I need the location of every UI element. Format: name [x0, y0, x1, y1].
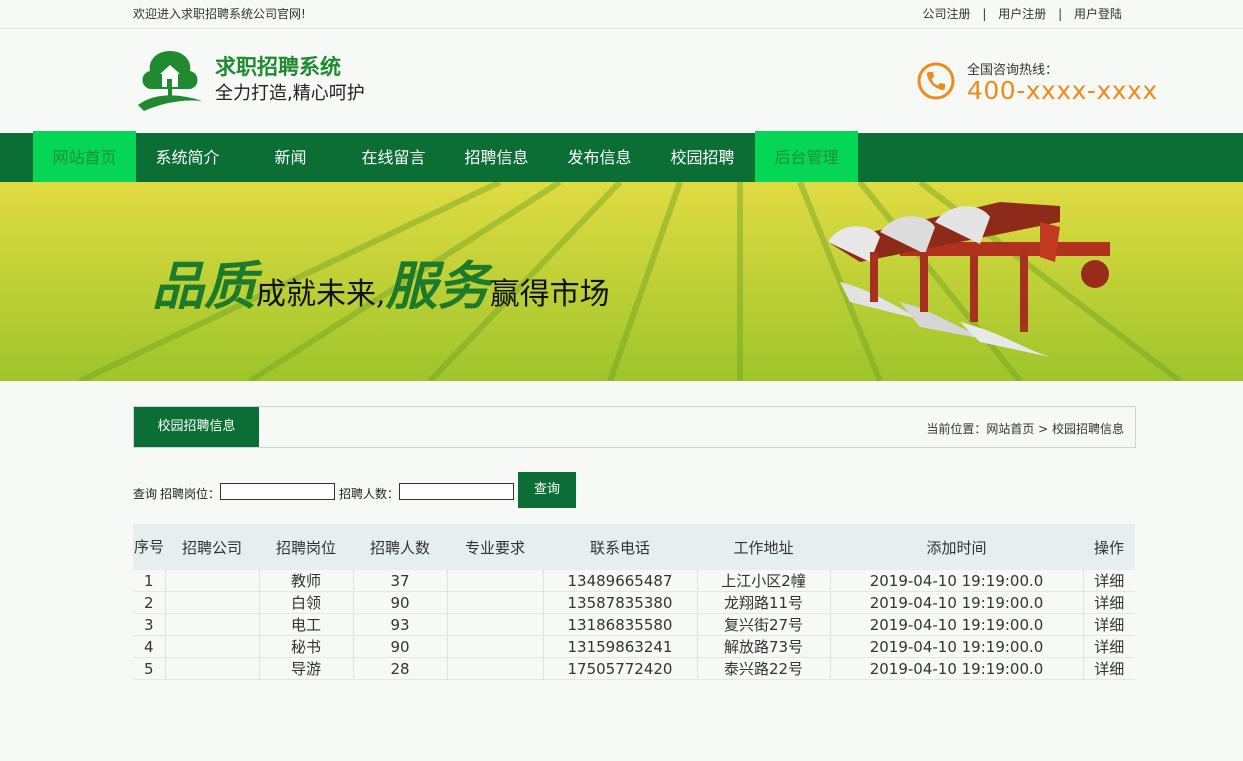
cell-company	[164, 570, 259, 592]
count-input[interactable]	[399, 483, 514, 500]
col-header-phone: 联系电话	[543, 524, 697, 570]
col-header-address: 工作地址	[697, 524, 830, 570]
banner-word-quality: 品质	[152, 256, 257, 317]
search-prefix: 查询	[133, 487, 158, 501]
cell-major	[446, 635, 543, 658]
cell-address: 泰兴路22号	[696, 657, 830, 680]
banner-word-service: 服务	[385, 256, 490, 317]
cell-address: 复兴街27号	[696, 613, 830, 636]
cell-major	[446, 613, 543, 636]
col-header-major: 专业要求	[447, 524, 543, 570]
cell-company	[164, 657, 259, 680]
cell-phone: 13587835380	[542, 591, 697, 614]
main-nav: 网站首页 系统简介 新闻 在线留言 招聘信息 发布信息 校园招聘 后台管理	[0, 131, 1243, 184]
hotline-number: 400-xxxx-xxxx	[967, 76, 1158, 105]
cell-major	[446, 570, 543, 592]
col-header-time: 添加时间	[830, 524, 1083, 570]
banner-phrase-2: 赢得市场	[489, 277, 610, 312]
position-label: 招聘岗位：	[160, 487, 221, 501]
position-input[interactable]	[220, 483, 335, 500]
cell-count: 37	[352, 570, 447, 592]
table-row: 2 白领 90 13587835380 龙翔路11号 2019-04-10 19…	[133, 591, 1135, 614]
site-slogan: 全力打造,精心呵护	[215, 83, 365, 104]
cell-count: 28	[352, 657, 447, 680]
jobs-table: 序号 招聘公司 招聘岗位 招聘人数 专业要求 联系电话 工作地址 添加时间 操作…	[133, 524, 1135, 680]
cell-position: 电工	[258, 613, 353, 636]
nav-item-campus[interactable]: 校园招聘	[651, 133, 754, 182]
table-row: 5 导游 28 17505772420 泰兴路22号 2019-04-10 19…	[133, 657, 1135, 680]
cell-address: 解放路73号	[696, 635, 830, 658]
cell-time: 2019-04-10 19:19:00.0	[829, 570, 1083, 592]
detail-link[interactable]: 详细	[1082, 657, 1135, 680]
nav-item-news[interactable]: 新闻	[239, 133, 342, 182]
top-links: 公司注册 | 用户注册 | 用户登陆	[919, 5, 1126, 22]
col-header-count: 招聘人数	[353, 524, 447, 570]
cell-phone: 13186835580	[542, 613, 697, 636]
top-bar: 欢迎进入求职招聘系统公司官网! 公司注册 | 用户注册 | 用户登陆	[0, 0, 1243, 29]
user-login-link[interactable]: 用户登陆	[1074, 7, 1122, 21]
cell-company	[164, 635, 259, 658]
table-row: 1 教师 37 13489665487 上江小区2幢 2019-04-10 19…	[133, 570, 1135, 592]
cell-company	[164, 591, 259, 614]
nav-item-about[interactable]: 系统简介	[136, 133, 239, 182]
separator: |	[1058, 7, 1063, 21]
cell-major	[446, 591, 543, 614]
table-row: 4 秘书 90 13159863241 解放路73号 2019-04-10 19…	[133, 635, 1135, 658]
cell-index: 2	[133, 591, 165, 614]
cell-time: 2019-04-10 19:19:00.0	[829, 635, 1083, 658]
site-header: 求职招聘系统 全力打造,精心呵护 全国咨询热线： 400-xxxx-xxxx	[0, 29, 1243, 133]
cell-count: 90	[352, 635, 447, 658]
site-name: 求职招聘系统	[215, 55, 341, 79]
separator: |	[982, 7, 987, 21]
cell-phone: 17505772420	[542, 657, 697, 680]
cell-index: 3	[133, 613, 165, 636]
col-header-position: 招聘岗位	[259, 524, 353, 570]
cell-index: 4	[133, 635, 165, 658]
user-register-link[interactable]: 用户注册	[998, 7, 1046, 21]
breadcrumb: 当前位置：网站首页 > 校园招聘信息	[926, 422, 1124, 436]
nav-item-message[interactable]: 在线留言	[342, 133, 445, 182]
count-label: 招聘人数：	[339, 487, 400, 501]
nav-item-admin[interactable]: 后台管理	[755, 131, 858, 184]
cell-position: 教师	[258, 570, 353, 592]
banner-slogan: 品质成就未来,服务赢得市场	[152, 244, 610, 319]
col-header-company: 招聘公司	[165, 524, 259, 570]
detail-link[interactable]: 详细	[1082, 635, 1135, 658]
cell-count: 93	[352, 613, 447, 636]
cell-time: 2019-04-10 19:19:00.0	[829, 591, 1083, 614]
section-header: 校园招聘信息 当前位置：网站首页 > 校园招聘信息	[133, 406, 1136, 448]
detail-link[interactable]: 详细	[1082, 591, 1135, 614]
col-header-index: 序号	[133, 524, 165, 570]
search-button[interactable]: 查询	[518, 472, 576, 508]
hero-banner: 品质成就未来,服务赢得市场	[0, 182, 1243, 381]
cell-major	[446, 657, 543, 680]
cell-phone: 13489665487	[542, 570, 697, 592]
welcome-text: 欢迎进入求职招聘系统公司官网!	[133, 7, 306, 21]
detail-link[interactable]: 详细	[1082, 570, 1135, 592]
detail-link[interactable]: 详细	[1082, 613, 1135, 636]
nav-item-home[interactable]: 网站首页	[33, 131, 136, 184]
cell-position: 秘书	[258, 635, 353, 658]
col-header-action: 操作	[1083, 524, 1135, 570]
house-tree-logo-icon	[138, 51, 202, 111]
cell-time: 2019-04-10 19:19:00.0	[829, 657, 1083, 680]
nav-item-jobs[interactable]: 招聘信息	[445, 133, 548, 182]
cell-address: 上江小区2幢	[696, 570, 830, 592]
table-header-row: 序号 招聘公司 招聘岗位 招聘人数 专业要求 联系电话 工作地址 添加时间 操作	[133, 524, 1135, 570]
cell-position: 导游	[258, 657, 353, 680]
banner-phrase-1: 成就未来,	[256, 277, 386, 312]
cell-position: 白领	[258, 591, 353, 614]
table-row: 3 电工 93 13186835580 复兴街27号 2019-04-10 19…	[133, 613, 1135, 636]
cell-time: 2019-04-10 19:19:00.0	[829, 613, 1083, 636]
cell-address: 龙翔路11号	[696, 591, 830, 614]
cell-count: 90	[352, 591, 447, 614]
phone-icon	[917, 62, 955, 100]
cell-phone: 13159863241	[542, 635, 697, 658]
section-title: 校园招聘信息	[134, 407, 259, 447]
company-register-link[interactable]: 公司注册	[923, 7, 971, 21]
cell-index: 5	[133, 657, 165, 680]
nav-item-publish[interactable]: 发布信息	[548, 133, 651, 182]
cell-company	[164, 613, 259, 636]
cell-index: 1	[133, 570, 165, 592]
